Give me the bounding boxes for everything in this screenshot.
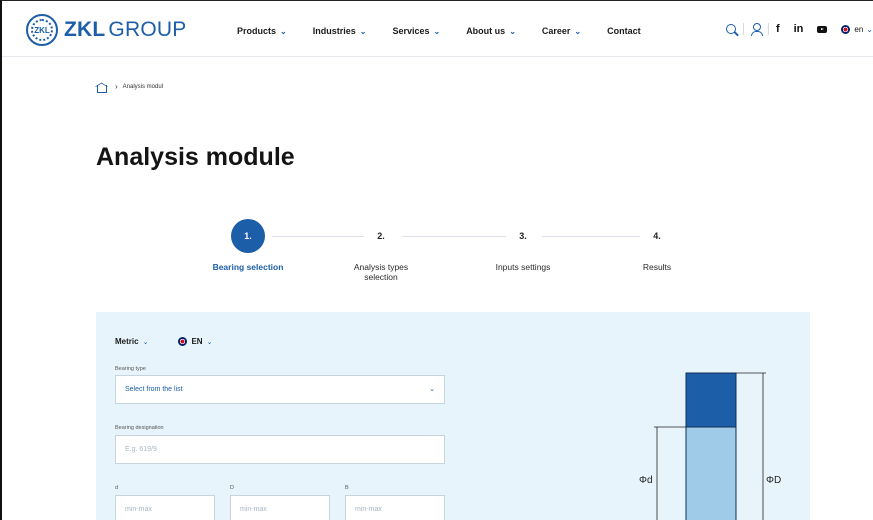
youtube-icon [817, 25, 828, 33]
stepper: 1. Bearing selection 2. Analysis types s… [202, 219, 702, 289]
linkedin-link[interactable]: in [794, 23, 804, 35]
nav-item-label: Contact [607, 26, 641, 36]
step-number: 1. [231, 219, 265, 253]
divider [742, 23, 744, 35]
chevron-down-icon: ⌄ [433, 26, 441, 36]
inner-diameter-label: Φd [639, 475, 653, 486]
breadcrumb: › Analysis modul [96, 81, 164, 93]
step-label: Inputs settings [495, 262, 551, 272]
language-label: en [854, 24, 864, 34]
step-results[interactable]: 4. Results [607, 219, 707, 272]
step-analysis-types[interactable]: 2. Analysis types selection [331, 219, 431, 282]
step-number: 2. [364, 219, 398, 253]
language-switcher[interactable]: en ⌄ [841, 24, 873, 34]
step-number: 3. [506, 219, 540, 253]
page-frame: ZKL ZKL GROUP Products ⌄ Industries ⌄ Servi… [0, 0, 873, 520]
nav-item-label: About us [466, 26, 506, 36]
chevron-down-icon: ⌄ [509, 26, 516, 36]
nav-item-contact[interactable]: Contact [607, 26, 641, 36]
search-icon [725, 24, 736, 34]
uk-flag-icon [841, 24, 851, 34]
search-button[interactable] [725, 24, 736, 34]
facebook-link[interactable]: f [776, 23, 780, 35]
chevron-down-icon: ⌄ [359, 26, 367, 36]
nav-item-products[interactable]: Products ⌄ [237, 26, 287, 36]
nav-item-label: Products [237, 26, 277, 36]
logo-text-light: GROUP [108, 18, 187, 41]
step-label: Bearing selection [212, 262, 284, 272]
step-label: Results [642, 262, 672, 272]
step-label: Analysis types selection [331, 262, 431, 282]
step-number: 4. [640, 219, 674, 253]
account-button[interactable] [750, 23, 763, 36]
logo[interactable]: ZKL ZKL GROUP [26, 14, 186, 46]
nav-item-career[interactable]: Career ⌄ [542, 26, 581, 36]
header-tools: f in en ⌄ [719, 23, 873, 36]
outer-diameter-label: ΦD [766, 475, 781, 486]
breadcrumb-current: Analysis modul [122, 83, 164, 90]
bearing-diagram: Φd ΦD [639, 372, 781, 520]
logo-text: ZKL GROUP [64, 18, 186, 42]
nav-item-label: Services [392, 26, 430, 36]
user-icon [750, 23, 763, 36]
step-label-line: Analysis types [353, 262, 409, 272]
chevron-right-icon: › [115, 82, 118, 91]
chevron-down-icon: ⌄ [866, 24, 873, 34]
nav-item-label: Career [541, 26, 571, 36]
page-title: Analysis module [96, 143, 295, 171]
step-inputs-settings[interactable]: 3. Inputs settings [473, 219, 573, 272]
site-header: ZKL ZKL GROUP Products ⌄ Industries ⌄ Servi… [2, 1, 873, 57]
logo-text-bold: ZKL [64, 18, 106, 41]
step-bearing-selection[interactable]: 1. Bearing selection [198, 219, 298, 272]
nav-item-label: Industries [312, 26, 356, 36]
main-nav: Products ⌄ Industries ⌄ Services ⌄ About us… [237, 26, 667, 36]
divider [767, 23, 769, 35]
chevron-down-icon: ⌄ [280, 26, 287, 36]
nav-item-services[interactable]: Services ⌄ [392, 26, 440, 36]
logo-emblem-icon: ZKL [26, 14, 58, 46]
nav-item-about-us[interactable]: About us ⌄ [466, 26, 516, 36]
logo-emblem-text: ZKL [34, 25, 50, 35]
outer-ring-section [685, 372, 737, 428]
linkedin-icon: in [793, 23, 804, 35]
inner-ring-section [685, 426, 737, 520]
youtube-link[interactable] [817, 25, 828, 33]
chevron-down-icon: ⌄ [574, 26, 582, 36]
bearing-selection-panel: Metric ⌄ EN ⌄ Bearing type Select from t… [96, 312, 810, 520]
nav-item-industries[interactable]: Industries ⌄ [313, 26, 367, 36]
facebook-icon: f [775, 23, 780, 35]
step-label-line: selection [364, 272, 398, 282]
home-icon[interactable] [96, 81, 107, 93]
